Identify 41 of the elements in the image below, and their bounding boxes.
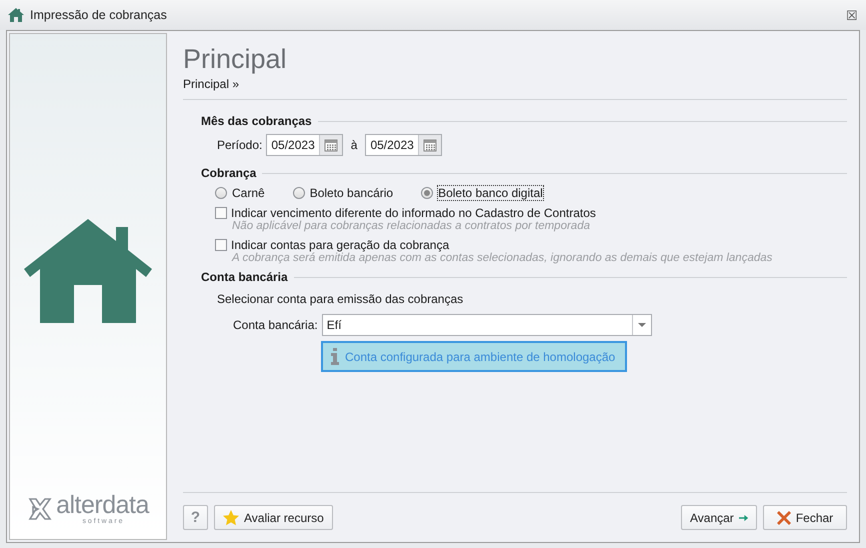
arrow-icon (738, 512, 748, 522)
field-label: Conta bancária: (233, 318, 318, 332)
radio-button[interactable] (215, 187, 227, 199)
checkbox[interactable] (215, 239, 227, 251)
checkbox[interactable] (215, 207, 227, 219)
section-title: Mês das cobranças (201, 114, 312, 128)
logo-icon (27, 496, 54, 522)
checkbox-label[interactable]: Indicar contas para geração da cobrança (231, 238, 450, 252)
radio-label[interactable]: Boleto bancário (310, 186, 394, 200)
radio-button[interactable] (292, 187, 305, 199)
window-title: Impressão de cobranças (30, 8, 168, 22)
page-title: Principal (183, 43, 288, 75)
info-icon (331, 348, 339, 365)
date-field[interactable]: 05/2023 (365, 134, 442, 156)
section-title: Conta bancária (201, 270, 288, 284)
close-icon (776, 510, 791, 524)
calendar-icon[interactable] (324, 138, 338, 152)
description-text: Selecionar conta para emissão das cobranças (217, 292, 464, 306)
info-banner: Conta configurada para ambiente de homologação (321, 341, 627, 372)
field-label: Período: (217, 138, 262, 152)
radio-label[interactable]: Boleto banco digital (438, 186, 543, 200)
radio-label[interactable]: Carnê (232, 186, 265, 200)
section-title: Cobrança (201, 166, 256, 180)
next-button[interactable]: Avançar (681, 505, 757, 530)
date-field[interactable]: 05/2023 (266, 134, 343, 156)
breadcrumb: Principal » (183, 77, 240, 91)
hint-text: A cobrança será emitida apenas com as contas selecionadas, ignorando as demais que estejam lançadas (232, 252, 774, 264)
hint-text: Não aplicável para cobranças relacionadas a contratos por temporada (232, 220, 591, 232)
radio-button[interactable] (421, 187, 434, 199)
home-icon (24, 219, 152, 323)
star-icon (223, 510, 239, 526)
close-button[interactable]: ☒ (846, 8, 858, 22)
checkbox-label[interactable]: Indicar vencimento diferente do informado no Cadastro de Contratos (231, 206, 596, 220)
rate-button[interactable]: Avaliar recurso (214, 505, 333, 530)
calendar-icon[interactable] (422, 138, 437, 152)
close-button[interactable]: Fechar (763, 505, 847, 530)
caret-icon (638, 323, 646, 327)
logo-name: alterdata (56, 493, 149, 518)
home-icon (8, 8, 24, 22)
range-separator: à (350, 138, 358, 152)
account-dropdown[interactable]: Efí (322, 314, 652, 336)
